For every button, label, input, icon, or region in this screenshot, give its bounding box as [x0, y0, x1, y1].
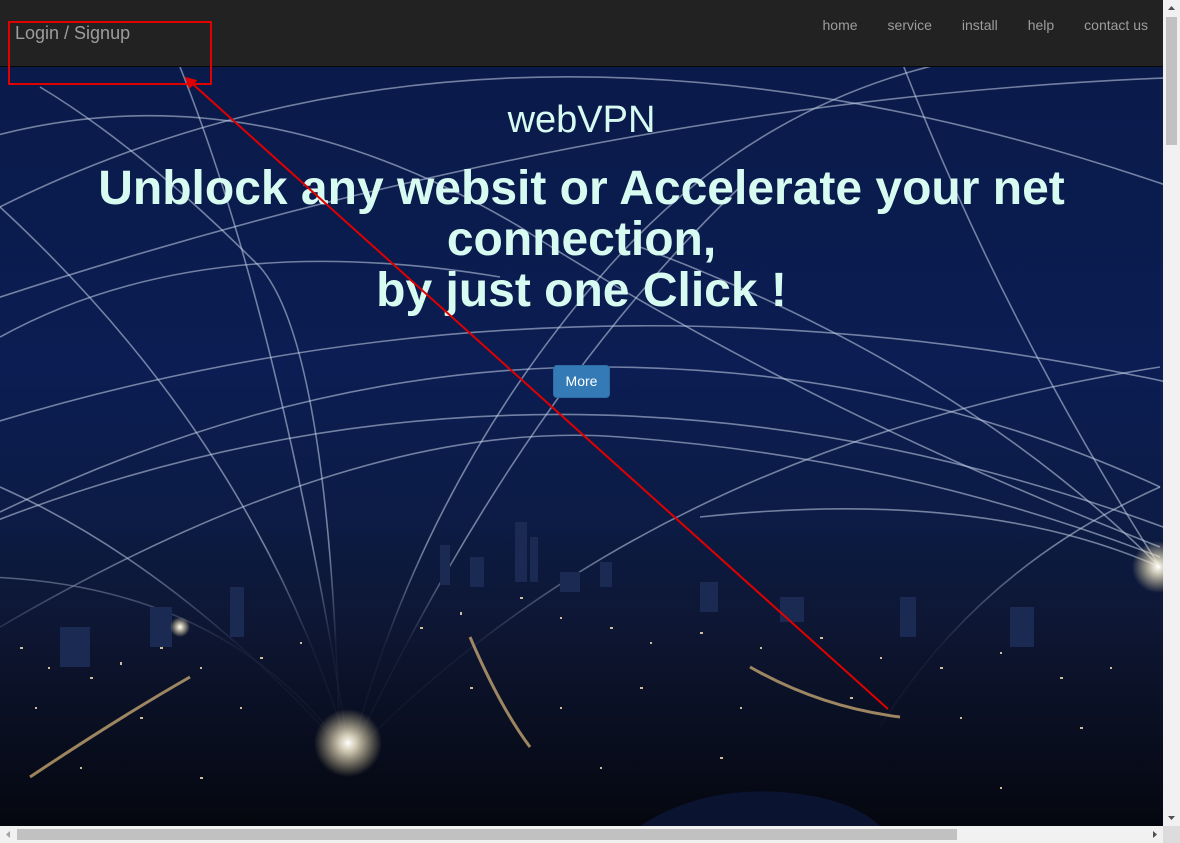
horizontal-scrollbar[interactable]	[0, 826, 1163, 843]
scroll-left-icon[interactable]	[0, 826, 17, 843]
nav-link-service[interactable]: service	[873, 0, 947, 50]
horizontal-scroll-thumb[interactable]	[17, 829, 957, 840]
headline-line-3: by just one Click !	[376, 264, 787, 317]
browser-viewport: Login / Signup home service install help…	[0, 0, 1163, 826]
login-signup-link[interactable]: Login / Signup	[15, 22, 130, 44]
nav-link-home[interactable]: home	[808, 0, 873, 50]
top-navbar: Login / Signup home service install help…	[0, 0, 1163, 67]
headline-line-1: Unblock any websit or Accelerate your ne…	[98, 162, 1065, 215]
nav-link-install[interactable]: install	[947, 0, 1013, 50]
scroll-down-icon[interactable]	[1163, 809, 1180, 826]
nav-link-help[interactable]: help	[1013, 0, 1069, 50]
nav-links: home service install help contact us	[808, 0, 1163, 50]
more-button[interactable]: More	[553, 365, 610, 398]
headline-line-2: connection,	[446, 213, 717, 266]
vertical-scrollbar[interactable]	[1163, 0, 1180, 826]
site-title: webVPN	[507, 99, 656, 141]
scroll-right-icon[interactable]	[1146, 826, 1163, 843]
scroll-up-icon[interactable]	[1163, 0, 1180, 17]
nav-link-contact-us[interactable]: contact us	[1069, 0, 1163, 50]
hero-headline: Unblock any websit or Accelerate your ne…	[0, 163, 1163, 316]
scrollbar-corner	[1163, 826, 1180, 843]
hero-section: webVPN Unblock any websit or Accelerate …	[0, 67, 1163, 826]
vertical-scroll-thumb[interactable]	[1166, 17, 1177, 145]
